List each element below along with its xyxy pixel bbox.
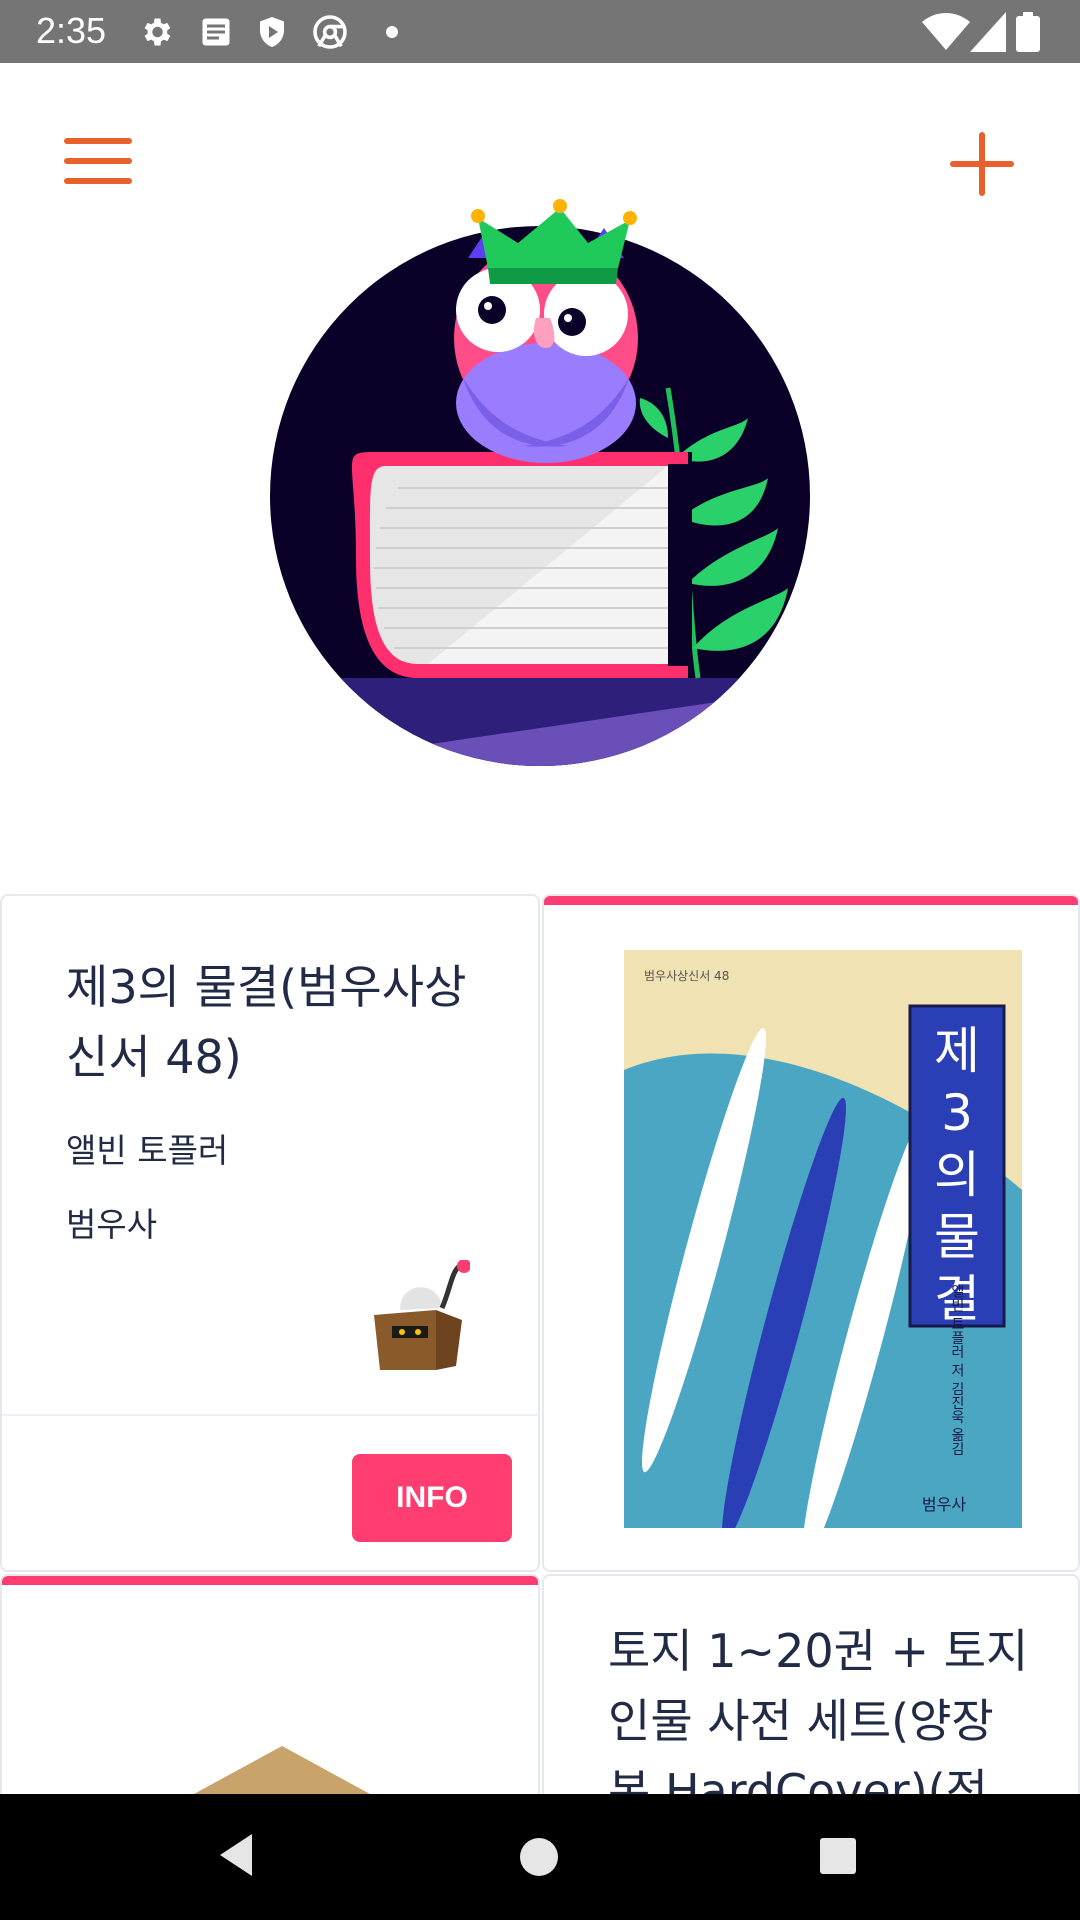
profile-avatar xyxy=(268,188,812,768)
shield-icon xyxy=(260,17,284,47)
book-cover-card[interactable]: 범우사상신서 48 제 3 의 물 결 앨빈 토플러 저 김진욱 옮김 범우사 xyxy=(542,894,1080,1572)
plus-icon xyxy=(950,132,1014,196)
battery-icon xyxy=(1016,12,1040,52)
chrome-icon xyxy=(313,15,347,49)
cover-title-char: 의 xyxy=(934,1146,980,1204)
add-button[interactable] xyxy=(944,126,1020,202)
home-button[interactable] xyxy=(512,1830,566,1884)
cover-title-char: 3 xyxy=(941,1084,973,1142)
book-publisher: 범우사 xyxy=(66,1205,158,1244)
cover-title-char: 물 xyxy=(934,1208,980,1266)
recents-button[interactable] xyxy=(814,1832,862,1880)
cover-series-text: 범우사상신서 48 xyxy=(644,969,729,983)
book-author: 앨빈 토플러 xyxy=(66,1131,229,1170)
settings-icon xyxy=(144,18,171,46)
dot-icon xyxy=(386,26,398,38)
owl-book-illustration xyxy=(270,199,810,766)
back-button[interactable] xyxy=(212,1830,262,1880)
card-divider xyxy=(2,1414,538,1416)
status-bar: 2:35 xyxy=(0,0,1080,63)
menu-button[interactable] xyxy=(56,128,142,194)
card-accent-bar xyxy=(2,1576,538,1585)
notes-icon xyxy=(202,18,230,46)
cat-in-box-icon xyxy=(374,1260,470,1370)
cover-title-char: 제 xyxy=(934,1022,980,1080)
signal-icon xyxy=(970,12,1006,52)
card-accent-bar xyxy=(544,896,1078,905)
wifi-icon xyxy=(922,13,970,50)
system-navigation-bar xyxy=(0,1794,1080,1920)
book-cover-image: 범우사상신서 48 제 3 의 물 결 앨빈 토플러 저 김진욱 옮김 범우사 xyxy=(624,950,1022,1528)
hamburger-menu-icon xyxy=(64,138,132,184)
cover-author-text: 앨빈 토플러 저 김진욱 옮김 xyxy=(949,1284,965,1456)
book-title: 제3의 물결(범우사상 신서 48) xyxy=(66,960,467,1084)
info-button[interactable]: INFO xyxy=(352,1454,512,1542)
status-time: 2:35 xyxy=(36,10,107,51)
book-card[interactable]: 제3의 물결(범우사상 신서 48) 앨빈 토플러 범우사 INFO xyxy=(0,894,540,1572)
cover-publisher-text: 범우사 xyxy=(922,1495,966,1514)
